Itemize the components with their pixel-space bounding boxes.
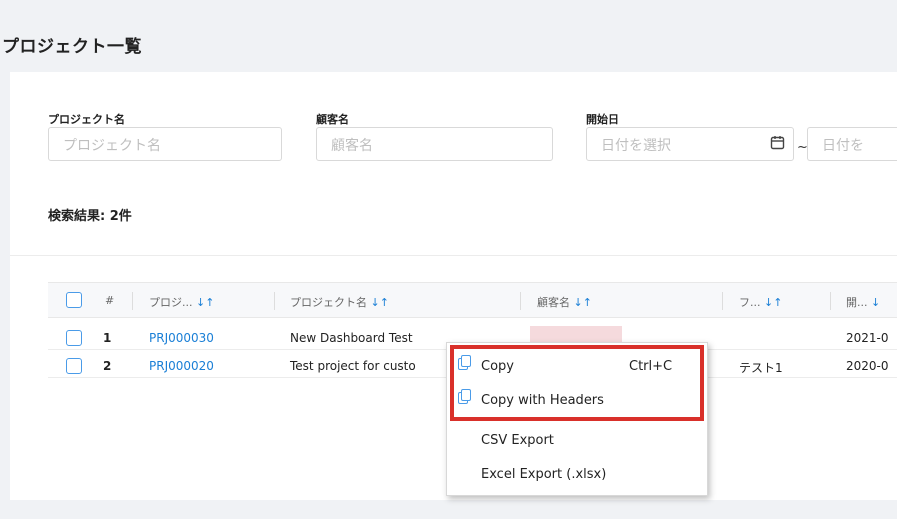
row-checkbox[interactable] xyxy=(66,358,82,374)
start-date-from-input[interactable]: 日付を選択 xyxy=(586,127,794,161)
menu-item-label: Excel Export (.xlsx) xyxy=(481,467,607,482)
column-header-f[interactable]: フ... ↓↑ xyxy=(739,294,782,310)
start-date-cell: 2021-0 xyxy=(846,331,889,345)
sort-icon[interactable]: ↓↑ xyxy=(574,296,592,309)
highlight-box xyxy=(450,345,704,421)
column-header-project-name[interactable]: プロジェクト名 ↓↑ xyxy=(290,294,389,310)
table-header: # プロジ... ↓↑ プロジェクト名 ↓↑ 顧客名 ↓↑ フ... ↓↑ 開.… xyxy=(48,282,897,318)
project-code-link[interactable]: PRJ000030 xyxy=(149,331,214,345)
project-name-cell: Test project for custo xyxy=(290,359,416,373)
filter-label-customer-name: 顧客名 xyxy=(316,113,349,126)
column-header-start-date[interactable]: 開... ↓ xyxy=(846,294,880,310)
row-index: 1 xyxy=(103,331,112,345)
calendar-icon[interactable] xyxy=(770,135,785,154)
project-name-input[interactable]: プロジェクト名 xyxy=(48,127,282,161)
column-separator xyxy=(830,292,831,310)
f-cell: テスト1 xyxy=(739,361,783,375)
column-separator xyxy=(132,292,133,310)
sort-icon[interactable]: ↓↑ xyxy=(371,296,389,309)
select-all-checkbox[interactable] xyxy=(66,292,82,308)
page-title: プロジェクト一覧 xyxy=(2,37,142,57)
project-code-link[interactable]: PRJ000020 xyxy=(149,359,214,373)
menu-item-excel-export[interactable]: Excel Export (.xlsx) xyxy=(447,459,707,491)
start-date-cell: 2020-0 xyxy=(846,359,889,373)
sort-icon[interactable]: ↓ xyxy=(871,296,880,309)
customer-name-input[interactable]: 顧客名 xyxy=(316,127,553,161)
start-date-to-input[interactable]: 日付を xyxy=(807,127,897,161)
results-count: 検索結果: 2件 xyxy=(48,209,132,224)
menu-item-csv-export[interactable]: CSV Export xyxy=(447,425,707,457)
row-checkbox[interactable] xyxy=(66,330,82,346)
column-separator xyxy=(274,292,275,310)
column-header-customer-name[interactable]: 顧客名 ↓↑ xyxy=(537,294,592,310)
filter-label-start-date: 開始日 xyxy=(586,113,619,126)
sort-icon[interactable]: ↓↑ xyxy=(764,296,782,309)
menu-item-label: CSV Export xyxy=(481,433,554,448)
row-index: 2 xyxy=(103,359,112,373)
filter-label-project-name: プロジェクト名 xyxy=(48,113,125,126)
column-separator xyxy=(722,292,723,310)
column-header-project-code[interactable]: プロジ... ↓↑ xyxy=(149,294,214,310)
column-header-index: # xyxy=(105,294,115,307)
project-name-cell: New Dashboard Test xyxy=(290,331,413,345)
divider xyxy=(10,255,897,256)
sort-icon[interactable]: ↓↑ xyxy=(196,296,214,309)
column-separator xyxy=(520,292,521,310)
